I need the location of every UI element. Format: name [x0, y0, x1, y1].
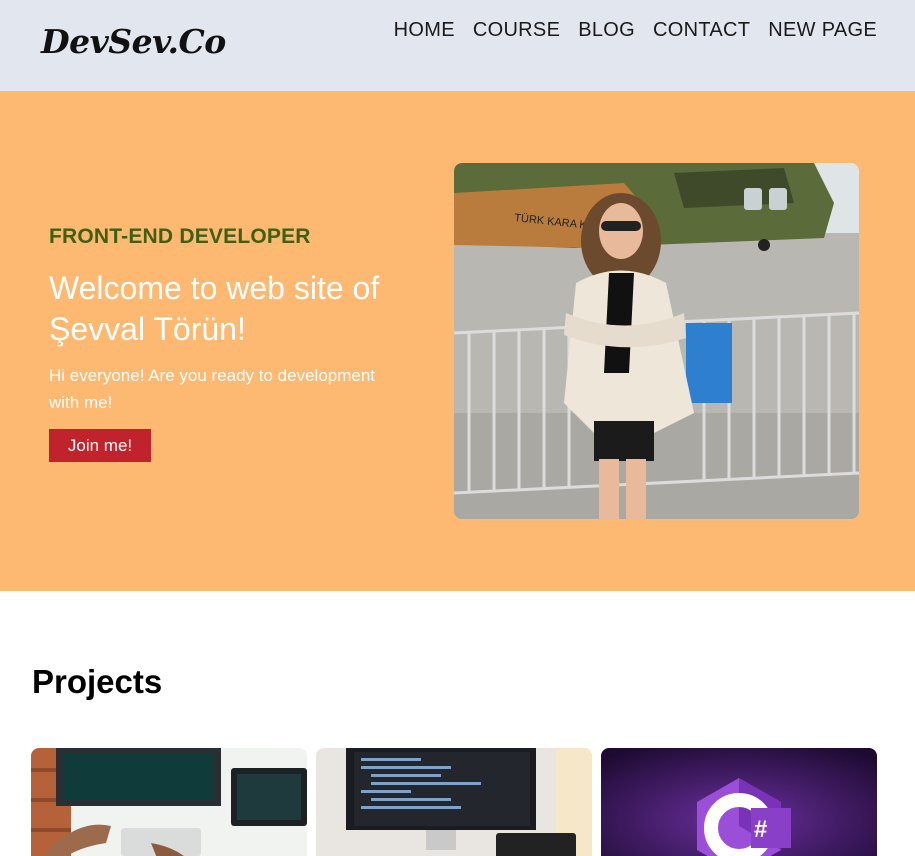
- main-nav: HOME COURSE BLOG CONTACT NEW PAGE: [394, 19, 877, 42]
- csharp-logo: #: [601, 748, 877, 856]
- projects-heading: Projects: [32, 663, 163, 700]
- hero-section: FRONT-END DEVELOPER Welcome to web site …: [0, 91, 915, 591]
- csharp-logo-hash: #: [754, 816, 767, 843]
- workspace-photo: [31, 748, 307, 856]
- nav-home-link[interactable]: HOME: [394, 19, 455, 42]
- nav-course-link[interactable]: COURSE: [473, 19, 560, 42]
- hero-title: Welcome to web site of Şevval Törün!: [49, 270, 380, 347]
- nav-contact-link[interactable]: CONTACT: [653, 19, 750, 42]
- code-monitor-photo: [316, 748, 592, 856]
- navbar: DevSev.Co HOME COURSE BLOG CONTACT NEW P…: [0, 0, 915, 91]
- hero-photo-illustration: TÜRK KARA KUV: [454, 163, 859, 519]
- nav-new-page-link[interactable]: NEW PAGE: [768, 19, 877, 42]
- hero-subtitle: FRONT-END DEVELOPER: [49, 225, 311, 248]
- hero-text: Hi everyone! Are you ready to developmen…: [49, 366, 376, 412]
- hero-photo: TÜRK KARA KUV: [454, 163, 859, 519]
- join-button[interactable]: Join me!: [49, 429, 151, 462]
- site-logo[interactable]: DevSev.Co: [41, 22, 226, 61]
- project-card[interactable]: #: [601, 748, 877, 856]
- project-cards: #: [31, 748, 877, 856]
- project-card[interactable]: [31, 748, 307, 856]
- project-card[interactable]: [316, 748, 592, 856]
- nav-blog-link[interactable]: BLOG: [578, 19, 635, 42]
